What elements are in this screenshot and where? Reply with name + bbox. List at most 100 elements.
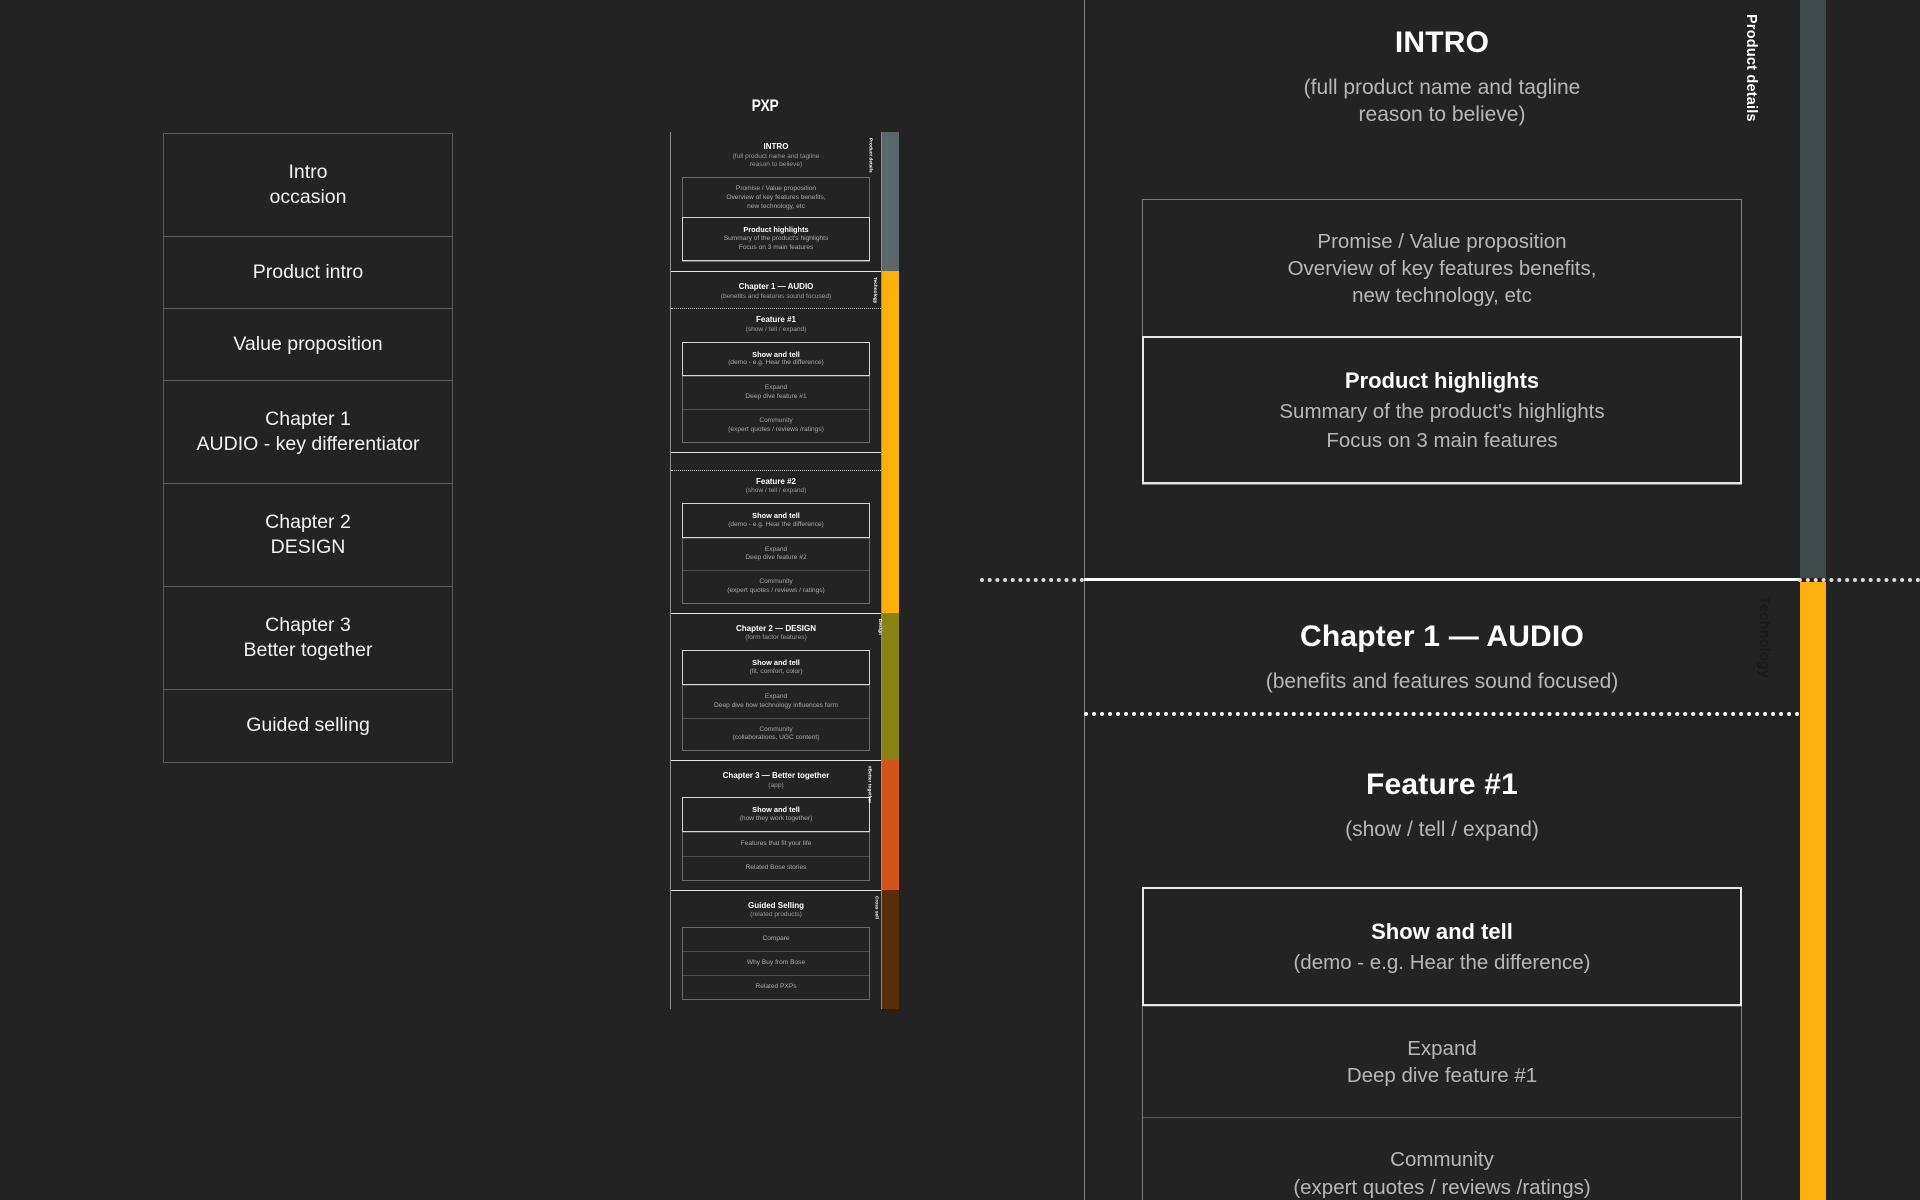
minimap-cell[interactable]: Expand Deep dive how technology influence… — [683, 684, 869, 718]
minimap-cell-sub: (collaborations, UGC content) — [732, 734, 820, 742]
minimap-tab-product-details[interactable]: Product details — [868, 132, 899, 272]
chapter1-subtitle: (benefits and features sound focused) — [1265, 670, 1619, 693]
minimap-cell[interactable]: Related PXPs — [683, 974, 869, 999]
outline-item-line: Guided selling — [246, 714, 370, 737]
minimap-card: Promise / Value proposition Overview of k… — [682, 176, 870, 263]
leader-dots-chapter — [980, 578, 1084, 582]
outline-item-guided-selling[interactable]: Guided selling — [164, 690, 452, 762]
minimap-card: Show and tell (how they work together) Fea… — [682, 797, 870, 881]
minimap-section[interactable]: INTRO (full product name and tagline reaso… — [671, 132, 881, 271]
minimap-cell-title: Related PXPs — [755, 982, 797, 990]
minimap-cell[interactable]: Expand Deep dive feature #2 — [683, 537, 869, 571]
community-cell[interactable]: Community (expert quotes / reviews /rati… — [1143, 1117, 1741, 1200]
minimap-cell-sub: Deep dive how technology influences form — [714, 701, 838, 709]
minimap-tab-label: Design — [877, 618, 883, 635]
minimap-cell-sub: Deep dive feature #2 — [745, 554, 807, 562]
minimap-cell-title: Why Buy from Bose — [746, 958, 806, 966]
detail-tab-technology[interactable]: Technology — [1756, 582, 1826, 1200]
detail-tab-product-details[interactable]: Product details — [1743, 0, 1826, 578]
outline-item-line: Chapter 3 — [265, 613, 351, 636]
minimap-cell-title: Community — [759, 578, 793, 586]
outline-item-product-intro[interactable]: Product intro — [164, 237, 452, 309]
minimap-cell-sub: Overview of key features benefits, — [726, 193, 826, 201]
minimap-section-subtitle: (form factor features) — [745, 634, 807, 642]
feature1-title: Feature #1 — [1365, 768, 1519, 801]
minimap-cell-sub: new technology, etc — [747, 202, 805, 210]
minimap-card: Show and tell (demo - e.g. Hear the diffe… — [682, 502, 870, 604]
outline-item-chapter-1[interactable]: Chapter 1 AUDIO - key differentiator — [164, 381, 452, 484]
promise-value-proposition-cell[interactable]: Promise / Value proposition Overview of … — [1143, 200, 1741, 338]
minimap-section-title: Chapter 1 — AUDIO (benefits and features … — [671, 282, 881, 301]
minimap-cell[interactable]: Expand Deep dive feature #1 — [683, 376, 869, 409]
minimap-section[interactable]: Chapter 3 — Better together (app) Show and… — [671, 760, 881, 890]
minimap-cell-title: Community — [759, 416, 793, 424]
minimap-cell[interactable]: Show and tell (demo - e.g. Hear the diffe… — [682, 341, 870, 377]
minimap-dotted-divider — [671, 469, 881, 471]
cell-title: Product highlights — [1344, 368, 1540, 394]
minimap-section[interactable]: Chapter 2 — DESIGN (form factor features)… — [671, 612, 881, 760]
minimap-cell-title: Community — [759, 725, 793, 733]
outline-item-line: Better together — [243, 639, 373, 661]
cell-title: Promise / Value proposition — [1317, 229, 1567, 253]
cell-sub: (expert quotes / reviews /ratings) — [1293, 1175, 1591, 1199]
outline-item-value-proposition[interactable]: Value proposition — [164, 309, 452, 381]
minimap-card: Compare Why Buy from Bose Related PXPs — [682, 927, 870, 1000]
minimap-cell[interactable]: Community (expert quotes / reviews /ratin… — [683, 408, 869, 442]
outline-item-line: occasion — [269, 186, 347, 208]
minimap-cell[interactable]: Why Buy from Bose — [683, 950, 869, 975]
minimap-cell[interactable]: Show and tell (fit, comfort, color) — [682, 650, 870, 685]
detail-tab-label: Product details — [1743, 14, 1760, 122]
minimap-cell[interactable]: Community (expert quotes / reviews / rati… — [683, 570, 869, 603]
minimap-tab-label: Cross sell — [874, 895, 880, 919]
minimap-cell[interactable]: Features that fit your life — [683, 832, 869, 856]
minimap-tab-technology[interactable]: Technology — [872, 271, 899, 613]
feature1-card: Show and tell (demo - e.g. Hear the diff… — [1142, 887, 1742, 1200]
cell-sub: Focus on 3 main features — [1326, 428, 1558, 452]
story-outline: Intro occasion Product intro Value propo… — [163, 133, 453, 763]
minimap-tab-design[interactable]: Design — [878, 612, 899, 761]
intro-title: INTRO — [1394, 26, 1490, 59]
cell-title: Community — [1390, 1148, 1494, 1172]
detail-section-intro: INTRO (full product name and tagline rea… — [1084, 26, 1800, 486]
minimap-cell[interactable]: Promise / Value proposition Overview of k… — [683, 178, 869, 218]
minimap-feature-title: Feature #2 (show / tell / expand) — [671, 477, 881, 496]
outline-item-chapter-3[interactable]: Chapter 3 Better together — [164, 587, 452, 690]
minimap-section-subtitle: (full product name and tagline — [732, 152, 820, 160]
intro-heading: INTRO (full product name and tagline rea… — [1084, 26, 1800, 129]
outline-item-chapter-2[interactable]: Chapter 2 DESIGN — [164, 484, 452, 587]
minimap-card: Show and tell (demo - e.g. Hear the diffe… — [682, 341, 870, 443]
minimap-cell-sub: (how they work together) — [739, 815, 813, 823]
minimap-cell[interactable]: Related Bose stories — [683, 856, 869, 880]
outline-item-line: Chapter 1 — [265, 407, 351, 430]
minimap-cell-title: Show and tell — [752, 349, 800, 359]
feature1-subtitle: (show / tell / expand) — [1345, 818, 1539, 841]
minimap-cell[interactable]: Product highlights Summary of the product… — [682, 217, 870, 262]
expand-cell[interactable]: Expand Deep dive feature #1 — [1143, 1005, 1741, 1118]
outline-item-line: DESIGN — [270, 536, 346, 558]
cell-sub: Summary of the product's highlights — [1279, 399, 1605, 423]
minimap-section-subtitle: reason to believe) — [749, 161, 803, 169]
intro-subtitle-line: reason to believe) — [1358, 103, 1526, 127]
minimap-cell-title: Show and tell — [752, 805, 800, 815]
outline-item-line: Product intro — [252, 260, 364, 283]
show-and-tell-cell[interactable]: Show and tell (demo - e.g. Hear the diff… — [1142, 887, 1742, 1006]
minimap-tab-cross-sell[interactable]: Cross sell — [874, 889, 899, 1009]
detail-section-feature-1: Feature #1 (show / tell / expand) Show a… — [1084, 768, 1800, 1200]
cell-sub: (demo - e.g. Hear the difference) — [1293, 950, 1591, 974]
minimap-cell-sub: (expert quotes / reviews /ratings) — [728, 425, 824, 433]
minimap-section[interactable]: Feature #2 (show / tell / expand) Show and… — [671, 451, 881, 613]
minimap-section[interactable]: Guided Selling (related products) Compare W… — [671, 889, 881, 1009]
minimap-cell[interactable]: Show and tell (how they work together) — [682, 797, 870, 833]
chapter-divider-solid — [1084, 578, 1800, 581]
minimap-cell-sub: Focus on 3 main features — [738, 244, 814, 252]
minimap-tab-better-together[interactable]: #Better together — [867, 760, 899, 890]
minimap-feature-subtitle: (show / tell / expand) — [745, 487, 807, 495]
minimap-cell-title: Expand — [764, 384, 788, 392]
minimap-cell[interactable]: Compare — [683, 928, 869, 951]
minimap-section[interactable]: Chapter 1 — AUDIO (benefits and features … — [671, 271, 881, 452]
outline-item-intro[interactable]: Intro occasion — [164, 134, 452, 237]
minimap-cell-sub: (expert quotes / reviews / ratings) — [727, 587, 825, 595]
product-highlights-cell[interactable]: Product highlights Summary of the produc… — [1142, 336, 1742, 485]
minimap-cell[interactable]: Show and tell (demo - e.g. Hear the diffe… — [682, 502, 870, 538]
minimap-cell[interactable]: Community (collaborations, UGC content) — [683, 717, 869, 751]
